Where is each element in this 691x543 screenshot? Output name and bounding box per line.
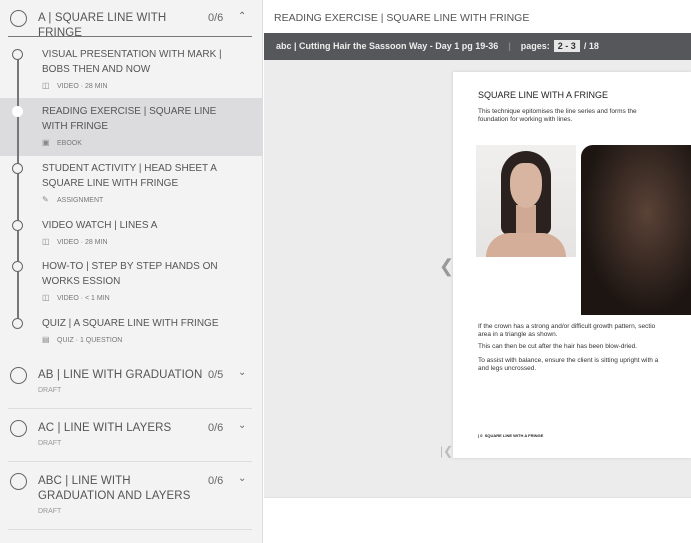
total-pages: / 18 bbox=[583, 41, 599, 51]
lesson-meta: ◫ VIDEO · < 1 MIN bbox=[42, 293, 110, 302]
page-text: and legs uncrossed. bbox=[478, 365, 537, 372]
model-face-photo bbox=[476, 145, 576, 257]
section-status: DRAFT bbox=[38, 508, 62, 515]
page-heading: SQUARE LINE WITH A FRINGE bbox=[478, 90, 609, 100]
ebook-icon: ▣ bbox=[42, 138, 50, 147]
separator: | bbox=[508, 41, 511, 51]
lesson-meta-text: VIDEO · 28 MIN bbox=[57, 83, 108, 90]
section-count: 0/5 bbox=[208, 369, 224, 381]
course-outline-sidebar: A | SQUARE LINE WITH FRINGE 0/6 ⌃ VISUAL… bbox=[0, 0, 263, 543]
divider bbox=[8, 529, 252, 530]
page-number: 0 bbox=[480, 433, 483, 438]
lesson-title: STUDENT ACTIVITY | HEAD SHEET A SQUARE L… bbox=[42, 163, 217, 189]
page-text: foundation for working with lines. bbox=[478, 116, 573, 123]
chevron-down-icon[interactable]: ⌄ bbox=[238, 420, 246, 431]
lesson-meta-text: VIDEO · < 1 MIN bbox=[57, 295, 110, 302]
lesson-meta-text: ASSIGNMENT bbox=[57, 197, 104, 204]
video-icon: ◫ bbox=[42, 81, 50, 90]
status-circle-icon bbox=[12, 106, 23, 117]
content-area: READING EXERCISE | SQUARE LINE WITH FRIN… bbox=[264, 0, 691, 543]
timeline-line bbox=[17, 58, 19, 320]
lesson-header-title: READING EXERCISE | SQUARE LINE WITH FRIN… bbox=[264, 0, 691, 33]
hair-crown-photo bbox=[581, 145, 691, 315]
section-count: 0/6 bbox=[208, 422, 224, 434]
chevron-down-icon[interactable]: ⌄ bbox=[238, 367, 246, 378]
section-progress-circle-icon bbox=[10, 367, 27, 384]
first-page-icon[interactable]: |❮ bbox=[440, 444, 453, 458]
lesson-meta: ◫ VIDEO · 28 MIN bbox=[42, 81, 108, 90]
status-circle-icon bbox=[12, 163, 23, 174]
divider bbox=[8, 408, 252, 409]
section-ac-header[interactable]: AC | LINE WITH LAYERS 0/6 ⌄ DRAFT bbox=[0, 411, 263, 461]
lesson-meta: ▤ QUIZ · 1 QUESTION bbox=[42, 335, 122, 344]
lesson-title: VIDEO WATCH | LINES A bbox=[42, 220, 158, 231]
video-icon: ◫ bbox=[42, 293, 50, 302]
ebook-toolbar: abc | Cutting Hair the Sassoon Way - Day… bbox=[264, 33, 691, 60]
current-pages-input[interactable]: 2 - 3 bbox=[553, 40, 580, 52]
section-count: 0/6 bbox=[208, 12, 224, 24]
lesson-meta: ◫ VIDEO · 28 MIN bbox=[42, 237, 108, 246]
pages-label: pages: bbox=[520, 41, 550, 51]
status-circle-icon bbox=[12, 49, 23, 60]
previous-page-arrow-icon[interactable]: ❮ bbox=[439, 256, 454, 277]
page-footer-text: SQUARE LINE WITH A FRINGE bbox=[484, 433, 544, 438]
section-ab-header[interactable]: AB | LINE WITH GRADUATION 0/5 ⌄ DRAFT bbox=[0, 358, 263, 408]
status-circle-icon bbox=[12, 318, 23, 329]
ebook-page: SQUARE LINE WITH A FRINGE This technique… bbox=[453, 72, 691, 458]
lesson-title: READING EXERCISE | SQUARE LINE WITH FRIN… bbox=[42, 106, 217, 132]
chevron-up-icon[interactable]: ⌃ bbox=[238, 11, 246, 22]
section-status: DRAFT bbox=[38, 387, 62, 394]
section-progress-circle-icon bbox=[10, 10, 27, 27]
section-title: ABC | LINE WITH GRADUATION AND LAYERS bbox=[38, 475, 191, 502]
section-title: AC | LINE WITH LAYERS bbox=[38, 422, 172, 434]
section-progress-circle-icon bbox=[10, 420, 27, 437]
video-icon: ◫ bbox=[42, 237, 50, 246]
lesson-title: HOW-TO | STEP BY STEP HANDS ON WORKS ESS… bbox=[42, 261, 218, 287]
section-a-header[interactable]: A | SQUARE LINE WITH FRINGE 0/6 ⌃ bbox=[0, 0, 263, 40]
section-status: DRAFT bbox=[38, 440, 62, 447]
lesson-meta-text: VIDEO · 28 MIN bbox=[57, 239, 108, 246]
ebook-viewer: ❮ |❮ SQUARE LINE WITH A FRINGE This tech… bbox=[264, 60, 691, 497]
book-title: abc | Cutting Hair the Sassoon Way - Day… bbox=[276, 41, 499, 51]
page-footer: | 0 SQUARE LINE WITH A FRINGE bbox=[478, 433, 544, 438]
status-circle-icon bbox=[12, 261, 23, 272]
lesson-meta-text: EBOOK bbox=[57, 140, 82, 147]
lesson-title: VISUAL PRESENTATION WITH MARK | BOBS THE… bbox=[42, 49, 222, 75]
divider bbox=[8, 461, 252, 462]
chevron-down-icon[interactable]: ⌄ bbox=[238, 473, 246, 484]
bottom-panel bbox=[264, 497, 691, 543]
page-text: area in a triangle as shown. bbox=[478, 331, 558, 338]
status-circle-icon bbox=[12, 220, 23, 231]
lesson-meta: ✎ ASSIGNMENT bbox=[42, 195, 103, 204]
section-progress-circle-icon bbox=[10, 473, 27, 490]
lesson-meta-text: QUIZ · 1 QUESTION bbox=[57, 337, 123, 344]
section-title: AB | LINE WITH GRADUATION bbox=[38, 369, 203, 381]
section-count: 0/6 bbox=[208, 475, 224, 487]
assignment-icon: ✎ bbox=[42, 195, 49, 204]
page-text: This can then be cut after the hair has … bbox=[478, 343, 637, 350]
lesson-meta: ▣ EBOOK bbox=[42, 138, 82, 147]
quiz-icon: ▤ bbox=[42, 335, 50, 344]
section-abc-header[interactable]: ABC | LINE WITH GRADUATION AND LAYERS 0/… bbox=[0, 464, 263, 528]
divider bbox=[8, 36, 252, 37]
lesson-title: QUIZ | A SQUARE LINE WITH FRINGE bbox=[42, 318, 219, 329]
